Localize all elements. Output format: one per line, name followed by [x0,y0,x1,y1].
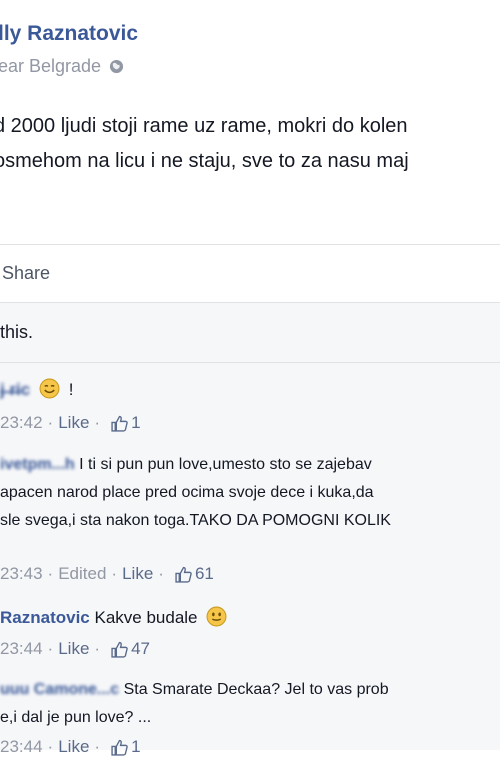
comment-meta: 23:42 · Like · 1 [0,413,141,433]
comment-text: I ti si pun pun love,umesto sto se zajeb… [79,456,372,473]
separator: · [47,413,54,432]
like-count[interactable]: 1 [131,737,140,757]
smile-emoji-icon [39,378,60,399]
neutral-smile-emoji-icon [206,606,227,627]
commenter-name[interactable]: ivetpm...h [0,456,75,473]
comment-text-line-3: sle svega,i sta nakon toga.TAKO DA POMOG… [0,512,391,529]
separator: · [47,639,54,658]
like-count[interactable]: 61 [195,564,214,584]
location-text[interactable]: ear Belgrade [0,56,101,77]
location-line: ear Belgrade [0,56,124,77]
divider [0,244,500,245]
comment-time[interactable]: 23:44 [0,737,43,757]
comment-text-line-2: e,i dal je pun love? ... [0,709,152,726]
likes-bar [0,302,500,362]
separator: · [47,737,54,756]
like-link[interactable]: Like [58,639,89,659]
thumbs-up-icon[interactable] [111,641,128,658]
comment-meta: 23:43 · Edited · Like · 61 [0,564,214,584]
divider [0,302,500,303]
comment-text: Kakve budale [94,608,198,627]
commenter-name[interactable]: uuu Camone...c [0,681,119,698]
like-link[interactable]: Like [122,564,153,584]
thumbs-up-icon[interactable] [111,415,128,432]
separator: · [111,564,118,583]
comment-time[interactable]: 23:42 [0,413,43,433]
comment-1: j̶ ̶r̶ic ! [0,378,73,400]
comment-text-line-2: apacen narod place pred ocima svoje dece… [0,484,374,501]
share-link[interactable]: Share [2,263,50,284]
edited-label[interactable]: Edited [58,564,106,584]
like-link[interactable]: Like [58,413,89,433]
thumbs-up-icon[interactable] [175,566,192,583]
separator: · [94,639,101,658]
comment-time[interactable]: 23:44 [0,639,43,659]
likes-summary[interactable]: this. [0,322,33,343]
author-name[interactable]: lly Raznatovic [0,22,138,46]
comment-meta: 23:44 · Like · 47 [0,639,150,659]
commenter-name[interactable]: j̶ ̶r̶ic [0,380,30,399]
like-count[interactable]: 1 [131,413,140,433]
like-link[interactable]: Like [58,737,89,757]
post-text-line-2: osmehom na licu i ne staju, sve to za na… [0,150,409,172]
globe-icon[interactable] [109,59,124,74]
comment-text: Sta Smarate Deckaa? Jel to vas prob [123,681,389,698]
post-text-line-1: d 2000 ljudi stoji rame uz rame, mokri d… [0,115,408,137]
separator: · [94,413,101,432]
comment-meta: 23:44 · Like · 1 [0,737,141,757]
comment-text: ! [68,380,74,399]
like-count[interactable]: 47 [131,639,150,659]
thumbs-up-icon[interactable] [111,739,128,756]
separator: · [47,564,54,583]
separator: · [94,737,101,756]
commenter-name[interactable]: Raznatovic [0,608,90,627]
comment-time[interactable]: 23:43 [0,564,43,584]
comment-3: Raznatovic Kakve budale [0,606,231,628]
comment-2: ivetpm...h I ti si pun pun love,umesto s… [0,456,372,474]
comment-4: uuu Camone...c Sta Smarate Deckaa? Jel t… [0,681,389,699]
separator: · [158,564,164,583]
